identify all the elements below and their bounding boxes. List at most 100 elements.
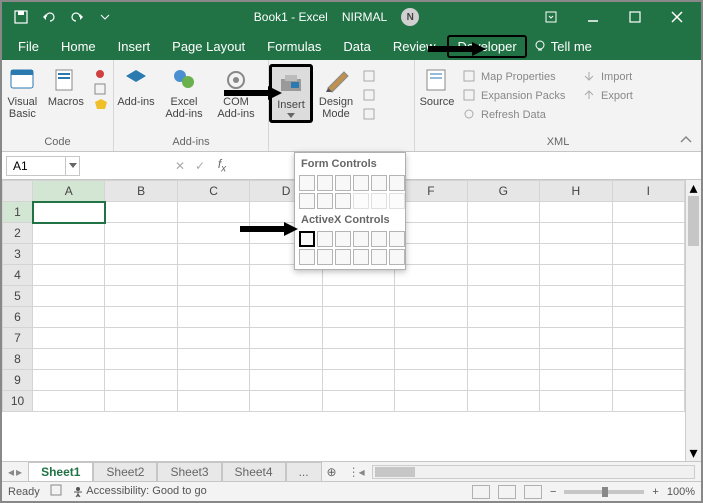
zoom-level[interactable]: 100% bbox=[667, 486, 695, 498]
vertical-scrollbar[interactable]: ▴ ▾ bbox=[685, 180, 701, 461]
zoom-out-button[interactable]: − bbox=[550, 486, 556, 498]
sheet-nav-next-icon[interactable]: ▸ bbox=[16, 465, 22, 479]
macros-button[interactable]: Macros bbox=[43, 64, 89, 110]
page-break-view-button[interactable] bbox=[524, 485, 542, 499]
tell-me[interactable]: Tell me bbox=[533, 39, 592, 54]
row-header[interactable]: 9 bbox=[3, 370, 33, 391]
column-header[interactable]: H bbox=[540, 181, 612, 202]
cell[interactable] bbox=[612, 202, 685, 223]
cell[interactable] bbox=[467, 328, 539, 349]
macro-security-icon[interactable] bbox=[93, 97, 109, 111]
cell[interactable] bbox=[177, 307, 249, 328]
cell[interactable] bbox=[612, 286, 685, 307]
cell[interactable] bbox=[105, 328, 177, 349]
cell[interactable] bbox=[105, 370, 177, 391]
form-option-icon[interactable] bbox=[389, 175, 405, 191]
cell[interactable] bbox=[250, 349, 322, 370]
undo-icon[interactable] bbox=[38, 6, 60, 28]
activex-option-icon[interactable] bbox=[299, 249, 315, 265]
activex-checkbox-icon[interactable] bbox=[335, 231, 351, 247]
form-scrollbar-icon[interactable] bbox=[335, 193, 351, 209]
activex-scrollbar-icon[interactable] bbox=[389, 231, 405, 247]
scroll-up-icon[interactable]: ▴ bbox=[686, 180, 701, 196]
cell[interactable] bbox=[612, 370, 685, 391]
horizontal-scrollbar[interactable]: ◂ ▸ bbox=[372, 465, 695, 479]
scroll-left-icon[interactable]: ◂ bbox=[359, 465, 365, 479]
save-icon[interactable] bbox=[10, 6, 32, 28]
cell[interactable] bbox=[250, 307, 322, 328]
ribbon-display-options-icon[interactable] bbox=[531, 3, 571, 31]
form-combobox-icon[interactable] bbox=[317, 175, 333, 191]
cell[interactable] bbox=[105, 202, 177, 223]
maximize-icon[interactable] bbox=[615, 3, 655, 31]
record-macro-icon[interactable] bbox=[93, 67, 109, 81]
row-header[interactable]: 8 bbox=[3, 349, 33, 370]
zoom-slider[interactable] bbox=[564, 490, 644, 494]
cell[interactable] bbox=[467, 349, 539, 370]
export-button[interactable]: Export bbox=[583, 87, 645, 105]
cell[interactable] bbox=[467, 286, 539, 307]
row-header[interactable]: 10 bbox=[3, 391, 33, 412]
design-mode-button[interactable]: Design Mode bbox=[313, 64, 359, 122]
cell[interactable] bbox=[612, 265, 685, 286]
close-icon[interactable] bbox=[657, 3, 697, 31]
cell[interactable] bbox=[395, 307, 467, 328]
excel-addins-button[interactable]: Excel Add-ins bbox=[158, 64, 210, 122]
tab-page-layout[interactable]: Page Layout bbox=[162, 35, 255, 58]
cell[interactable] bbox=[105, 286, 177, 307]
cell[interactable] bbox=[467, 307, 539, 328]
scroll-down-icon[interactable]: ▾ bbox=[686, 445, 701, 461]
form-listbox-icon[interactable] bbox=[371, 175, 387, 191]
cell[interactable] bbox=[105, 265, 177, 286]
cell[interactable] bbox=[177, 223, 249, 244]
cell[interactable] bbox=[33, 307, 105, 328]
cell[interactable] bbox=[467, 223, 539, 244]
page-layout-view-button[interactable] bbox=[498, 485, 516, 499]
activex-command-button-icon[interactable] bbox=[299, 231, 315, 247]
run-dialog-button[interactable] bbox=[363, 106, 377, 124]
cell[interactable] bbox=[395, 370, 467, 391]
cell[interactable] bbox=[395, 391, 467, 412]
user-avatar[interactable]: N bbox=[401, 8, 419, 26]
cancel-icon[interactable]: ✕ bbox=[170, 159, 190, 173]
cell[interactable] bbox=[612, 307, 685, 328]
cell[interactable] bbox=[177, 328, 249, 349]
cell[interactable] bbox=[105, 244, 177, 265]
tab-home[interactable]: Home bbox=[51, 35, 106, 58]
cell[interactable] bbox=[540, 349, 612, 370]
activex-image-icon[interactable] bbox=[335, 249, 351, 265]
activex-listbox-icon[interactable] bbox=[353, 231, 369, 247]
expansion-packs-button[interactable]: Expansion Packs bbox=[463, 87, 575, 105]
cell[interactable] bbox=[177, 286, 249, 307]
zoom-in-button[interactable]: + bbox=[652, 486, 658, 498]
row-header[interactable]: 3 bbox=[3, 244, 33, 265]
cell[interactable] bbox=[467, 265, 539, 286]
cell[interactable] bbox=[177, 370, 249, 391]
sheet-tab[interactable]: Sheet2 bbox=[93, 462, 157, 481]
cell[interactable] bbox=[322, 328, 394, 349]
tab-insert[interactable]: Insert bbox=[108, 35, 161, 58]
sheet-tab[interactable]: Sheet4 bbox=[222, 462, 286, 481]
cell[interactable] bbox=[322, 349, 394, 370]
properties-button[interactable] bbox=[363, 68, 377, 86]
sheet-tab[interactable]: Sheet1 bbox=[28, 462, 93, 481]
cell[interactable] bbox=[177, 349, 249, 370]
scrollbar-thumb[interactable] bbox=[375, 467, 415, 477]
cell[interactable] bbox=[612, 391, 685, 412]
cell[interactable] bbox=[250, 286, 322, 307]
row-header[interactable]: 1 bbox=[3, 202, 33, 223]
select-all-button[interactable] bbox=[3, 181, 33, 202]
tab-data[interactable]: Data bbox=[333, 35, 380, 58]
cell[interactable] bbox=[467, 202, 539, 223]
cell[interactable] bbox=[467, 244, 539, 265]
source-button[interactable]: Source bbox=[415, 64, 459, 110]
activex-label-icon[interactable] bbox=[317, 249, 333, 265]
cell[interactable] bbox=[33, 223, 105, 244]
refresh-data-button[interactable]: Refresh Data bbox=[463, 106, 575, 124]
fx-icon[interactable]: fx bbox=[210, 157, 234, 174]
form-combo-list-icon[interactable] bbox=[371, 193, 387, 209]
activex-textbox-icon[interactable] bbox=[371, 231, 387, 247]
cell[interactable] bbox=[395, 328, 467, 349]
row-header[interactable]: 6 bbox=[3, 307, 33, 328]
column-header[interactable]: B bbox=[105, 181, 177, 202]
